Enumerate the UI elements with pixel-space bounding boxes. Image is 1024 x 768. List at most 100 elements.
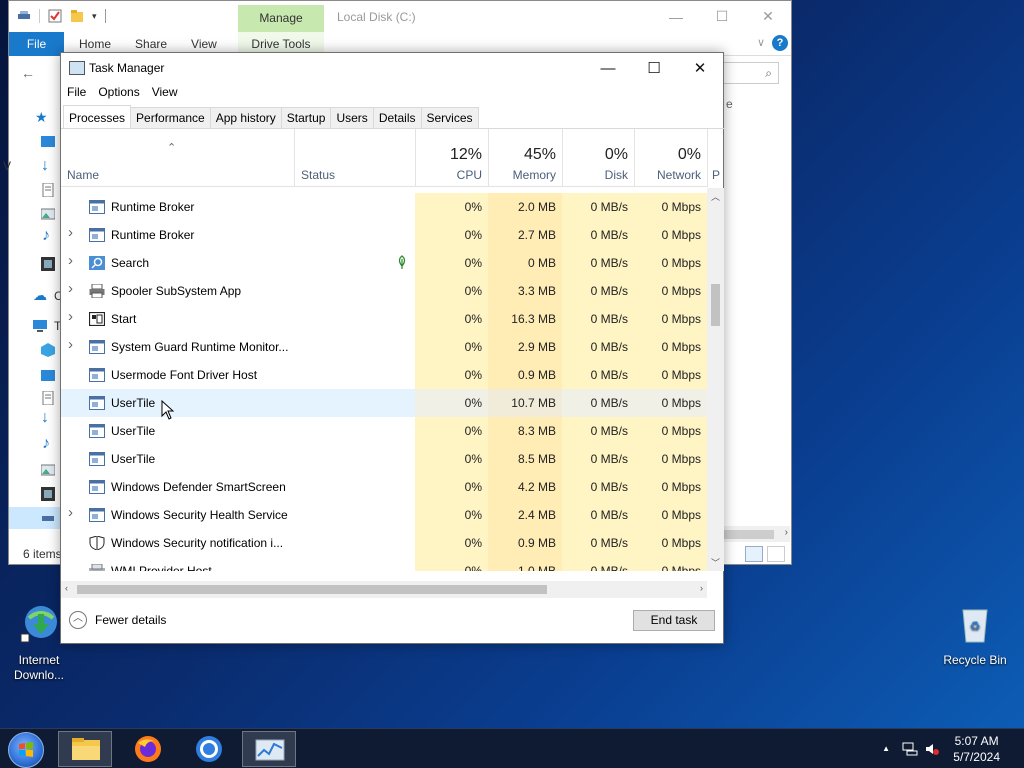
- close-icon[interactable]: ✕: [745, 1, 791, 32]
- process-row[interactable]: Runtime Broker 0% 2.0 MB 0 MB/s 0 Mbps: [61, 193, 707, 221]
- large-icons-view-icon[interactable]: [767, 546, 785, 562]
- downloads-arrow-icon[interactable]: ↓: [41, 157, 49, 175]
- pictures-icon-2[interactable]: [41, 463, 55, 477]
- tab-app-history[interactable]: App history: [209, 107, 282, 129]
- process-row[interactable]: UserTile 0% 10.7 MB 0 MB/s 0 Mbps: [61, 389, 707, 417]
- help-icon[interactable]: ?: [772, 35, 788, 51]
- volume-muted-icon[interactable]: [924, 741, 940, 757]
- expand-chevron-icon[interactable]: ›: [68, 280, 73, 297]
- quick-access-star-icon[interactable]: ★: [35, 109, 48, 126]
- desktop-folder-icon[interactable]: [41, 135, 55, 149]
- minimize-icon[interactable]: —: [585, 53, 631, 83]
- process-row[interactable]: › System Guard Runtime Monitor... 0% 2.9 MB…: [61, 333, 707, 361]
- explorer-titlebar[interactable]: ▾ Manage Local Disk (C:) — ☐ ✕: [9, 1, 791, 32]
- properties-icon[interactable]: [48, 9, 62, 23]
- videos-icon[interactable]: [41, 257, 55, 271]
- task-manager-window[interactable]: Task Manager — ☐ ✕ File Options View Pro…: [60, 52, 724, 644]
- documents-icon[interactable]: [41, 183, 55, 197]
- scroll-up-arrow-icon[interactable]: ︿: [711, 190, 720, 203]
- process-list-h-scrollbar[interactable]: ‹ ›: [61, 581, 707, 598]
- expand-chevron-icon[interactable]: ›: [68, 308, 73, 325]
- tab-details[interactable]: Details: [372, 107, 422, 129]
- scroll-right-arrow-icon[interactable]: ›: [785, 527, 788, 538]
- h-scrollbar-thumb[interactable]: [77, 585, 547, 594]
- process-row[interactable]: › Start 0% 16.3 MB 0 MB/s 0 Mbps: [61, 305, 707, 333]
- process-row[interactable]: Usermode Font Driver Host 0% 0.9 MB 0 MB/s 0…: [61, 361, 707, 389]
- details-view-icon[interactable]: [745, 546, 763, 562]
- explorer-search-box[interactable]: ⌕: [723, 62, 779, 84]
- qat-dropdown-icon[interactable]: ▾: [92, 11, 97, 22]
- start-button[interactable]: [8, 732, 44, 768]
- show-hidden-icons-chevron[interactable]: ▲: [882, 744, 890, 753]
- process-row[interactable]: UserTile 0% 8.3 MB 0 MB/s 0 Mbps: [61, 417, 707, 445]
- suspended-leaf-icon: [397, 255, 407, 272]
- column-header-status[interactable]: Status: [294, 129, 415, 187]
- process-row[interactable]: › Runtime Broker 0% 2.7 MB 0 MB/s 0 Mbps: [61, 221, 707, 249]
- expand-chevron-icon[interactable]: ›: [68, 336, 73, 353]
- column-header-name[interactable]: ⌃ Name: [61, 129, 294, 187]
- v-scrollbar-thumb[interactable]: [711, 284, 720, 326]
- this-pc-icon[interactable]: [33, 319, 47, 333]
- taskbar-task-manager[interactable]: [242, 731, 296, 767]
- expand-chevron-icon[interactable]: ›: [68, 504, 73, 521]
- process-row[interactable]: UserTile 0% 8.5 MB 0 MB/s 0 Mbps: [61, 445, 707, 473]
- desktop-icon-recycle-bin[interactable]: ♻ Recycle Bin: [940, 604, 1010, 667]
- scroll-right-arrow-icon[interactable]: ›: [700, 583, 703, 593]
- process-network: 0 Mbps: [634, 193, 707, 221]
- menu-options[interactable]: Options: [98, 85, 139, 99]
- menu-file[interactable]: File: [67, 85, 86, 99]
- pictures-icon[interactable]: [41, 207, 55, 221]
- process-row[interactable]: Windows Security notification i... 0% 0.9 …: [61, 529, 707, 557]
- 3d-objects-icon[interactable]: [41, 343, 55, 357]
- manage-contextual-tab[interactable]: Manage: [238, 5, 324, 32]
- explorer-h-scrollbar[interactable]: ›: [724, 526, 790, 542]
- end-task-button[interactable]: End task: [633, 610, 715, 631]
- process-row[interactable]: Windows Defender SmartScreen 0% 4.2 MB 0 MB…: [61, 473, 707, 501]
- column-header-disk[interactable]: 0% Disk: [562, 129, 634, 187]
- close-icon[interactable]: ✕: [677, 53, 723, 83]
- onedrive-cloud-icon[interactable]: ☁: [33, 287, 47, 304]
- menu-view[interactable]: View: [152, 85, 178, 99]
- network-icon[interactable]: [902, 741, 918, 757]
- minimize-icon[interactable]: —: [653, 1, 699, 32]
- music-note-icon[interactable]: ♪: [42, 227, 50, 245]
- music-note-icon-2[interactable]: ♪: [42, 435, 50, 453]
- explorer-title: Local Disk (C:): [337, 10, 416, 24]
- desktop-icon-internet-download-manager[interactable]: Internet Downlo...: [4, 604, 74, 683]
- tab-startup[interactable]: Startup: [280, 107, 332, 129]
- tab-performance[interactable]: Performance: [130, 107, 211, 129]
- column-header-cpu[interactable]: 12% CPU: [415, 129, 488, 187]
- expand-chevron-icon[interactable]: ›: [68, 252, 73, 269]
- process-row[interactable]: WMI Provider Host 0% 1.0 MB 0 MB/s 0 Mbps: [61, 557, 707, 571]
- fewer-details-link[interactable]: ︿ Fewer details: [69, 611, 166, 629]
- taskbar-file-explorer[interactable]: [58, 731, 112, 767]
- tab-users[interactable]: Users: [330, 107, 374, 129]
- downloads-arrow-icon-2[interactable]: ↓: [41, 409, 49, 427]
- videos-icon-2[interactable]: [41, 487, 55, 501]
- explorer-h-scrollbar-thumb[interactable]: [724, 530, 774, 539]
- back-arrow-icon[interactable]: ←: [21, 65, 35, 81]
- scroll-down-arrow-icon[interactable]: ﹀: [711, 556, 720, 569]
- expand-ribbon-icon[interactable]: ∨: [757, 36, 765, 49]
- column-header-memory[interactable]: 45% Memory: [488, 129, 562, 187]
- process-row[interactable]: › Windows Security Health Service 0% 2.4 MB…: [61, 501, 707, 529]
- new-folder-icon[interactable]: [70, 9, 84, 23]
- desktop-folder-icon-2[interactable]: [41, 369, 55, 383]
- local-disk-icon[interactable]: [41, 511, 55, 525]
- file-tab[interactable]: File: [9, 32, 64, 56]
- scroll-left-arrow-icon[interactable]: ‹: [65, 583, 68, 593]
- maximize-icon[interactable]: ☐: [699, 1, 745, 32]
- taskbar-firefox[interactable]: [121, 731, 175, 767]
- column-header-power[interactable]: P: [707, 129, 724, 187]
- maximize-icon[interactable]: ☐: [631, 53, 677, 83]
- expand-chevron-icon[interactable]: ›: [68, 224, 73, 241]
- documents-icon-2[interactable]: [41, 391, 55, 405]
- tab-services[interactable]: Services: [420, 107, 479, 129]
- taskbar-clock[interactable]: 5:07 AM 5/7/2024: [953, 733, 1000, 765]
- process-row[interactable]: › Search 0% 0 MB 0 MB/s 0 Mbps: [61, 249, 707, 277]
- taskbar-chrome[interactable]: [182, 731, 236, 767]
- column-header-network[interactable]: 0% Network: [634, 129, 707, 187]
- process-list-v-scrollbar[interactable]: ︿ ﹀: [707, 188, 724, 571]
- tab-processes[interactable]: Processes: [63, 105, 132, 128]
- process-row[interactable]: › Spooler SubSystem App 0% 3.3 MB 0 MB/s 0 Mb…: [61, 277, 707, 305]
